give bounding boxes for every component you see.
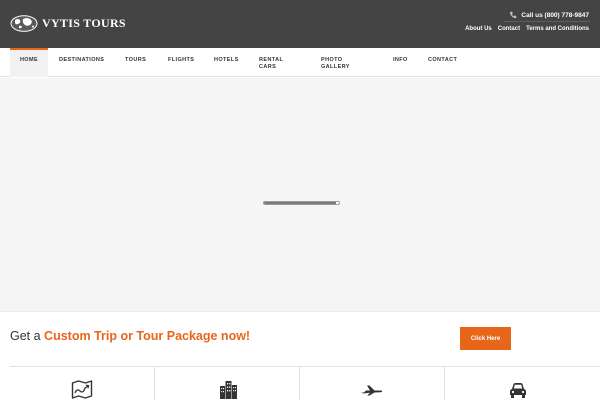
cta-heading: Get a Custom Trip or Tour Package now! [10, 329, 250, 343]
globe-icon [10, 14, 38, 32]
cta-prefix: Get a [10, 329, 45, 343]
feature-strip [10, 366, 600, 400]
nav-info[interactable]: INFO [393, 48, 413, 77]
nav-hotels[interactable]: HOTELS [214, 48, 244, 77]
call-us-text: Call us (800) 778-9847 [521, 11, 589, 19]
feature-hotels[interactable] [155, 367, 300, 400]
logo-text: VYTIS TOURS [42, 15, 126, 30]
nav-contact[interactable]: CONTACT [428, 48, 462, 77]
feature-flights[interactable] [300, 367, 445, 400]
nav-rental-cars[interactable]: RENTAL CARS [259, 48, 285, 77]
hero-slider [0, 78, 600, 312]
top-links: About Us Contact Terms and Conditions [465, 26, 589, 32]
loading-bar [263, 201, 340, 205]
feature-destinations[interactable] [10, 367, 155, 400]
cta-highlight: Custom Trip or Tour Package now! [44, 329, 251, 343]
loading-bar-fill [264, 202, 336, 204]
site-logo[interactable]: VYTIS TOURS [10, 13, 126, 33]
map-icon [71, 380, 93, 399]
top-header: VYTIS TOURS Call us (800) 778-9847 About… [0, 0, 600, 48]
phone-icon [510, 11, 517, 19]
about-us-link[interactable]: About Us [465, 26, 492, 32]
nav-tours[interactable]: TOURS [125, 48, 153, 77]
nav-home[interactable]: HOME [10, 48, 48, 77]
terms-link[interactable]: Terms and Conditions [526, 26, 589, 32]
click-here-button[interactable]: Click Here [460, 327, 511, 350]
main-nav: HOME DESTINATIONS TOURS FLIGHTS HOTELS R… [0, 48, 600, 77]
nav-destinations[interactable]: DESTINATIONS [59, 48, 111, 77]
car-icon [510, 383, 526, 398]
buildings-icon [220, 381, 237, 399]
call-us[interactable]: Call us (800) 778-9847 [509, 10, 589, 20]
nav-photo-gallery[interactable]: PHOTO GALLERY [321, 48, 351, 77]
nav-flights[interactable]: FLIGHTS [168, 48, 198, 77]
feature-rental-cars[interactable] [445, 367, 590, 400]
airplane-icon [361, 385, 383, 396]
contact-link[interactable]: Contact [498, 26, 520, 32]
header-divider [504, 21, 590, 22]
